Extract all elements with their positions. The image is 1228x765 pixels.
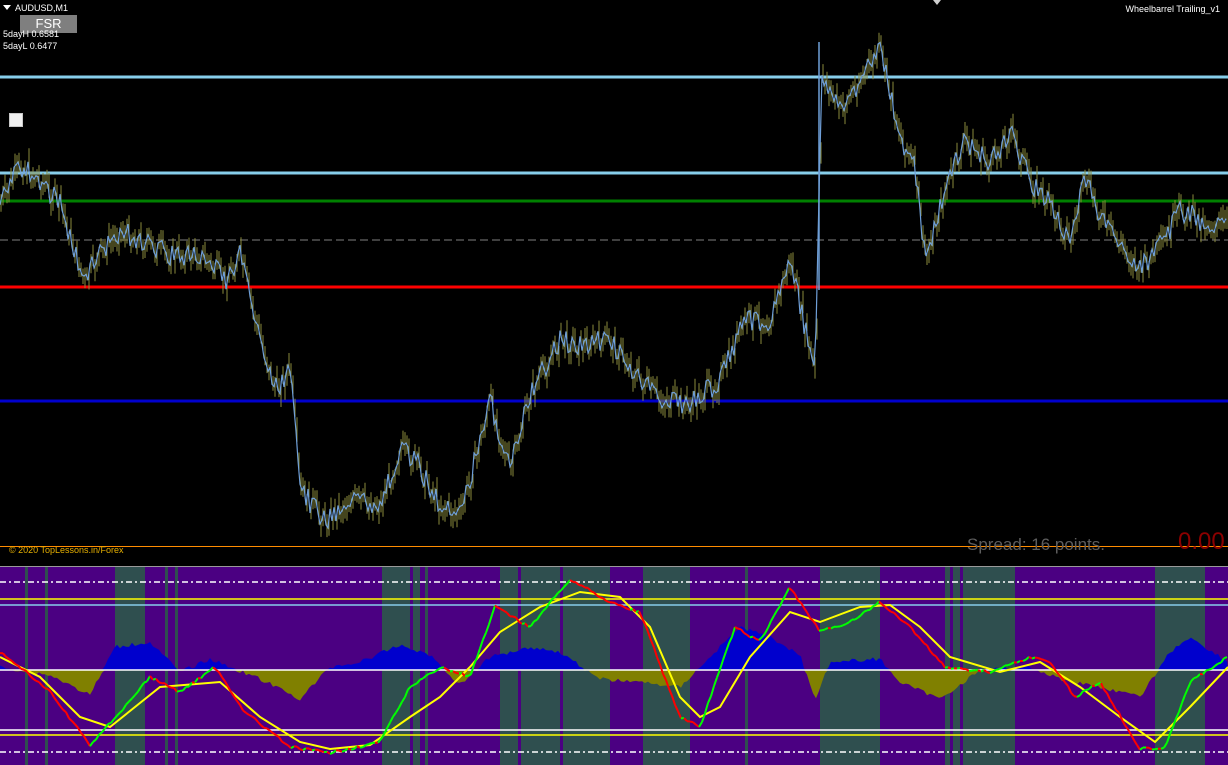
fast-line-segment [176,689,181,693]
fast-line-segment [368,741,373,745]
fast-line-segment [455,672,460,675]
fast-line-segment [1043,659,1048,663]
fast-line-segment [863,609,868,613]
indicator-subwindow[interactable] [0,567,1228,765]
fast-line-segment [419,677,424,681]
chart-menu-triangle-icon[interactable] [3,5,11,10]
fast-line-segment [167,685,172,689]
fast-line-segment [842,623,847,627]
fast-line-segment [467,673,472,677]
fast-line-segment [1193,676,1198,680]
fast-line-segment [347,747,352,751]
fast-line-segment [827,626,832,630]
fast-line-segment [320,750,325,754]
symbol-text: AUDUSD,M1 [15,3,69,13]
fast-line-segment [20,667,25,671]
fast-line-segment [737,627,742,631]
fast-line-segment [1022,658,1027,662]
fast-line-segment [1034,656,1039,659]
fast-line-segment [359,746,364,749]
fast-line-segment [626,607,631,611]
fast-line-segment [1205,668,1210,672]
fast-line-segment [1085,688,1090,691]
fast-line-segment [947,666,952,670]
symbol-timeframe-label[interactable]: AUDUSD,M1 [3,3,68,13]
fast-line-segment [599,596,604,600]
fast-line-segment [413,682,418,686]
fast-line-segment [821,628,826,632]
spread-text: Spread: 16 points. [967,535,1105,554]
fast-line-segment [839,624,844,628]
fast-line-segment [1016,660,1021,664]
fast-line-segment [143,680,148,684]
fast-line-segment [944,666,949,669]
indicator-canvas[interactable] [0,567,1228,765]
fast-line-segment [971,669,976,672]
price-wicks [0,32,1228,538]
fast-line-segment [533,618,538,623]
fast-line-segment [1223,656,1228,660]
price-chart-canvas[interactable] [0,0,1228,546]
fast-line-segment [1037,657,1042,661]
fast-line-segment [35,679,40,683]
fast-line-segment [338,749,343,753]
fast-line-segment [431,670,436,674]
price-series [0,41,1227,530]
fast-line-segment [1208,667,1213,671]
fast-line-segment [968,669,973,673]
fast-line-segment [611,601,616,604]
fast-line-segment [872,603,877,608]
fast-line-segment [1007,663,1012,667]
fast-line-segment [356,745,361,749]
fast-line-segment [248,714,253,718]
toggle-checkbox[interactable] [9,113,23,127]
five-day-low-label: 5dayL 0.6477 [3,41,58,51]
fast-line-segment [107,722,112,725]
fast-line-segment [1031,656,1036,660]
fast-line-segment [1046,660,1051,664]
fast-line-segment [317,748,322,753]
chart-shift-marker-icon[interactable] [933,0,941,5]
fast-line-segment [365,743,370,746]
fast-line-segment [158,681,163,685]
fast-line-segment [890,610,895,614]
fast-line-segment [1040,658,1045,661]
fast-line-segment [341,749,346,753]
fast-line-segment [1082,689,1087,693]
fast-line-segment [1154,747,1159,751]
fast-line-segment [998,666,1003,671]
fast-line-segment [329,751,334,755]
fast-line-segment [995,668,1000,671]
main-price-chart[interactable]: AUDUSD,M1 FSR 5dayH 0.6581 5dayL 0.6477 … [0,0,1228,546]
fast-line-segment [866,608,871,612]
fast-line-segment [350,748,355,751]
expert-advisor-name: Wheelbarrel Trailing_v1 [1125,4,1220,14]
fast-line-segment [527,625,532,628]
copyright-text: © 2020 TopLessons.in/Forex [9,545,124,555]
fast-line-segment [410,684,415,688]
fast-line-segment [1217,661,1222,665]
fast-line-segment [956,667,961,670]
five-day-high-label: 5dayH 0.6581 [3,29,60,39]
fast-line-segment [959,667,964,670]
fast-line-segment [44,687,49,690]
fast-line-segment [992,668,997,673]
spread-value: 0.00 [1178,528,1225,555]
fast-line-segment [902,620,907,624]
fast-line-segment [986,671,991,675]
fast-line-segment [824,627,829,631]
fast-line-segment [299,748,304,752]
fast-line-segment [428,671,433,675]
fast-line-segment [1160,746,1165,750]
fast-line-segment [311,748,316,752]
fast-line-segment [512,615,517,619]
fast-line-segment [590,590,595,594]
fast-line-segment [605,599,610,604]
fast-line-segment [497,606,502,611]
fast-line-segment [263,726,268,730]
fast-line-segment [689,720,694,724]
